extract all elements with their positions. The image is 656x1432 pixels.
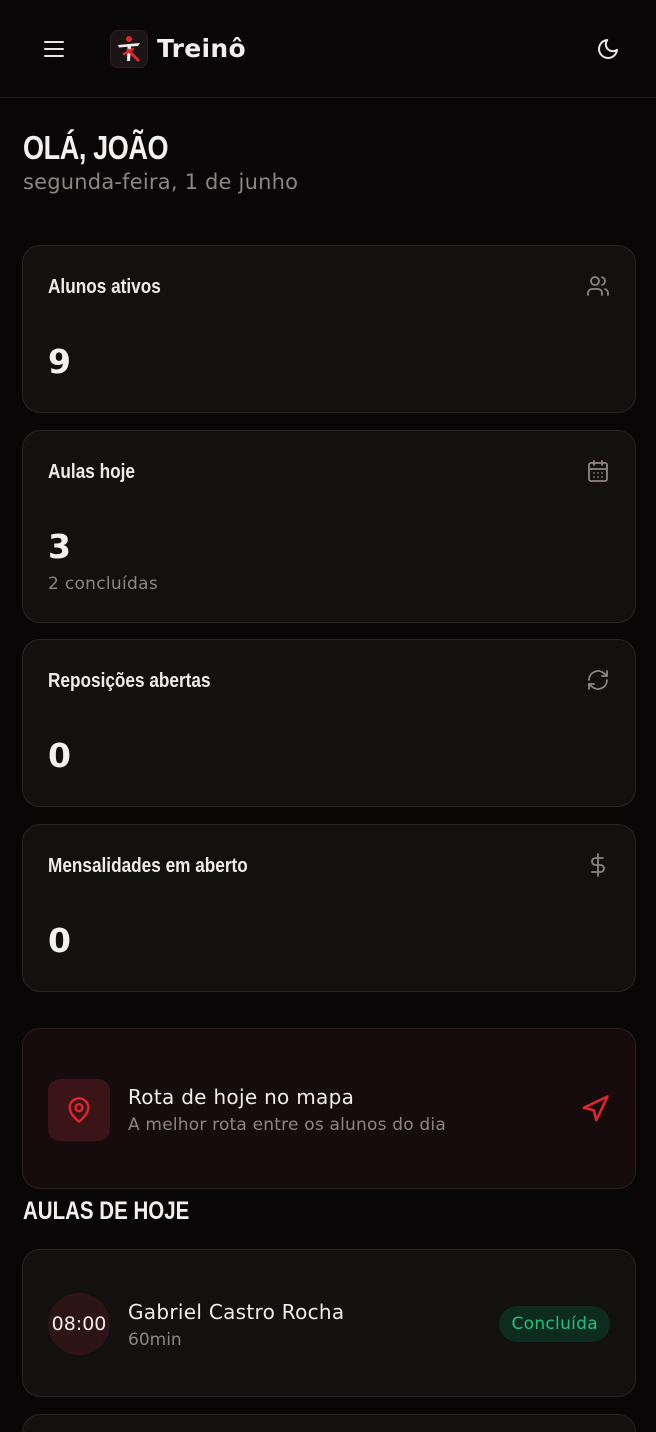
- stat-value: 9: [48, 342, 71, 381]
- route-map-card[interactable]: Rota de hoje no mapa A melhor rota entre…: [22, 1028, 636, 1189]
- moon-icon: [598, 39, 618, 59]
- stat-value: 0: [48, 736, 71, 775]
- class-time: 08:00: [48, 1293, 110, 1355]
- stat-title: Alunos ativos: [48, 276, 161, 298]
- route-icon-box: [48, 1079, 110, 1141]
- current-date: segunda-feira, 1 de junho: [23, 170, 299, 194]
- stat-value: 0: [48, 921, 71, 960]
- brand[interactable]: Treinô: [110, 29, 246, 68]
- greeting-title: OLÁ, JOÃO: [23, 129, 169, 166]
- class-item[interactable]: 08:00 Gabriel Castro Rocha 60min Concluí…: [22, 1249, 636, 1397]
- class-student-name: Gabriel Castro Rocha: [128, 1300, 345, 1324]
- stat-card-open-fees[interactable]: Mensalidades em aberto 0: [22, 824, 636, 992]
- class-duration: 60min: [128, 1330, 182, 1350]
- users-icon: [587, 276, 609, 296]
- stat-title: Aulas hoje: [48, 461, 135, 483]
- stat-title: Reposições abertas: [48, 670, 211, 692]
- route-title: Rota de hoje no mapa: [128, 1085, 355, 1109]
- stat-card-open-makeups[interactable]: Reposições abertas 0: [22, 639, 636, 807]
- map-pin-icon: [68, 1097, 90, 1123]
- section-title-classes-today: AULAS DE HOJE: [23, 1197, 190, 1225]
- status-badge: Concluída: [499, 1306, 610, 1342]
- menu-icon: [44, 40, 64, 43]
- stat-subtitle: 2 concluídas: [48, 574, 158, 594]
- refresh-icon: [588, 670, 608, 690]
- app-name: Treinô: [157, 34, 246, 63]
- navigation-icon[interactable]: [580, 1094, 610, 1124]
- route-subtitle: A melhor rota entre os alunos do dia: [128, 1115, 446, 1135]
- treino-logo-icon: [110, 29, 148, 68]
- calendar-icon: [588, 460, 608, 482]
- stat-card-active-students[interactable]: Alunos ativos 9: [22, 245, 636, 413]
- class-item-next[interactable]: [22, 1414, 636, 1432]
- stat-title: Mensalidades em aberto: [48, 855, 248, 877]
- stat-card-classes-today[interactable]: Aulas hoje 3 2 concluídas: [22, 430, 636, 623]
- app-header: Treinô: [0, 0, 656, 98]
- menu-button[interactable]: [44, 37, 68, 61]
- dollar-icon: [591, 853, 605, 877]
- stat-value: 3: [48, 527, 71, 566]
- theme-toggle-button[interactable]: [596, 37, 620, 61]
- greeting: OLÁ, JOÃO segunda-feira, 1 de junho: [0, 98, 656, 194]
